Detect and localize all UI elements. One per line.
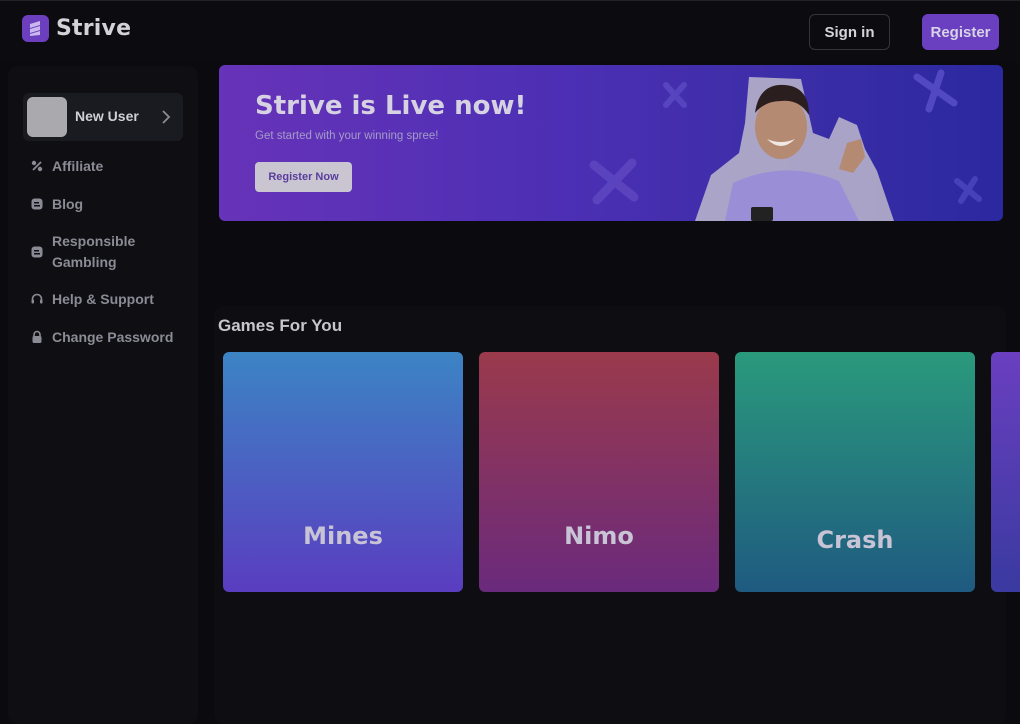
sidebar-item-change-password[interactable]: Change Password — [30, 329, 173, 345]
headset-icon — [31, 293, 43, 304]
sidebar-item-label: Help & Support — [52, 291, 154, 307]
sidebar-item-affiliate[interactable]: Affiliate — [30, 158, 103, 174]
sign-in-button[interactable]: Sign in — [809, 14, 890, 50]
user-name: New User — [75, 108, 139, 124]
game-title: Crash — [816, 526, 894, 554]
game-title: Mines — [303, 522, 383, 550]
sidebar-item-label: Affiliate — [52, 158, 104, 174]
banner-title: Strive is Live now! — [255, 91, 527, 121]
sidebar-item-label: Responsible Gambling — [52, 233, 136, 270]
sidebar-item-help-support[interactable]: Help & Support — [30, 291, 154, 307]
user-profile-card[interactable]: New User — [23, 93, 183, 141]
chevron-right-icon — [162, 110, 171, 124]
game-card-mines[interactable]: Mines — [223, 352, 463, 592]
games-section-title: Games For You — [218, 316, 343, 335]
banner-subtitle: Get started with your winning spree! — [255, 130, 439, 142]
sidebar-item-blog[interactable]: Blog — [30, 196, 83, 212]
game-card-partial[interactable] — [991, 352, 1020, 592]
banner-person-illustration — [695, 77, 894, 221]
strive-logo-icon — [22, 15, 49, 42]
game-card-crash[interactable]: Crash — [735, 352, 975, 592]
game-card-nimo[interactable]: Nimo — [479, 352, 719, 592]
promo-banner[interactable]: Strive is Live now! Get started with you… — [219, 65, 1003, 221]
affiliate-icon — [31, 160, 43, 172]
avatar — [27, 97, 67, 137]
sidebar-item-label: Blog — [52, 196, 84, 212]
responsible-gambling-icon — [31, 246, 43, 258]
sidebar-item-label: Change Password — [52, 329, 174, 345]
game-title: Nimo — [564, 522, 634, 550]
register-now-button[interactable]: Register Now — [255, 162, 352, 192]
lock-icon — [32, 330, 42, 343]
sidebar-item-responsible-gambling[interactable]: Responsible Gambling — [30, 231, 152, 273]
blog-icon — [31, 198, 43, 210]
register-button[interactable]: Register — [922, 14, 999, 50]
brand-logo[interactable]: Strive — [22, 15, 131, 42]
top-bar: Strive Sign in Register — [0, 0, 1020, 62]
sidebar: New User Affiliate Blog Responsible Gamb… — [8, 66, 198, 724]
brand-name: Strive — [56, 16, 132, 41]
